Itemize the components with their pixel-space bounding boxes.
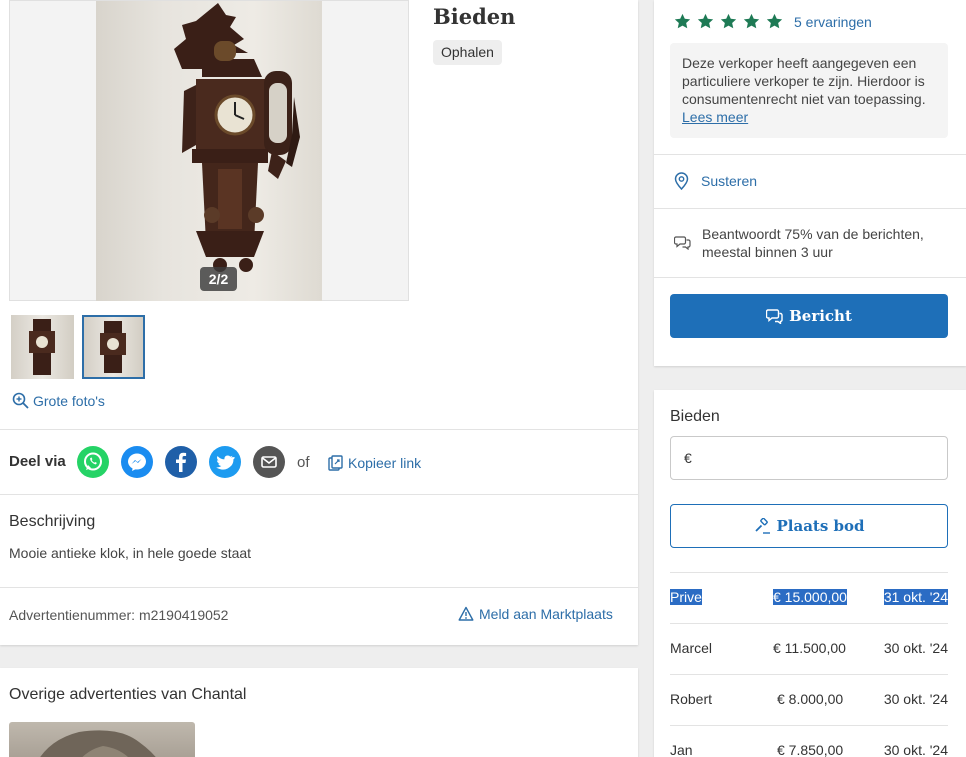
message-button-label: Bericht — [789, 307, 852, 325]
bid-date: 30 okt. '24 — [883, 742, 948, 757]
bid-amount-input[interactable]: € — [670, 436, 948, 480]
main-photo-frame[interactable]: 2/2 — [9, 0, 409, 301]
place-bid-label: Plaats bod — [776, 517, 865, 535]
reviews-link[interactable]: 5 ervaringen — [794, 14, 872, 30]
bid-date: 30 okt. '24 — [883, 640, 948, 656]
big-photos-label: Grote foto's — [33, 392, 105, 409]
price-label: Bieden — [433, 4, 516, 29]
bid-name: Robert — [670, 691, 713, 707]
response-rate-text: Beantwoordt 75% van de berichten, meesta… — [702, 226, 924, 260]
clock-image — [174, 3, 300, 272]
copy-link-label: Kopieer link — [348, 455, 422, 471]
other-ad-image — [40, 730, 156, 757]
facebook-icon — [176, 452, 187, 472]
bid-amount: € 7.850,00 — [777, 742, 844, 757]
star-icon — [743, 13, 760, 29]
bid-row: Marcel € 11.500,00 30 okt. '24 — [670, 623, 948, 674]
ad-number: Advertentienummer: m2190419052 — [9, 607, 229, 623]
description-text: Mooie antieke klok, in hele goede staat — [9, 545, 252, 561]
bid-row: Prive € 15.000,00 31 okt. '24 — [670, 572, 948, 623]
other-ads-card: Overige advertenties van Chantal — [0, 668, 638, 757]
whatsapp-button[interactable] — [77, 446, 109, 478]
bid-name: Prive — [670, 589, 702, 605]
message-button[interactable]: Bericht — [670, 294, 948, 338]
messenger-button[interactable] — [121, 446, 153, 478]
star-icon — [674, 13, 691, 29]
read-more-link[interactable]: Lees meer — [682, 109, 748, 125]
response-icon-wrap — [673, 234, 691, 253]
divider — [0, 587, 638, 588]
twitter-button[interactable] — [209, 446, 241, 478]
star-icon — [697, 13, 714, 29]
divider — [654, 277, 966, 278]
thumbnail-1[interactable] — [11, 315, 74, 379]
divider — [654, 208, 966, 209]
bid-date: 31 okt. '24 — [883, 589, 948, 605]
bid-name: Marcel — [670, 640, 713, 656]
bid-name: Jan — [670, 742, 693, 757]
star-icon — [720, 13, 737, 29]
gavel-icon — [754, 517, 770, 534]
photo-counter: 2/2 — [200, 267, 237, 291]
bid-amount: € 11.500,00 — [773, 640, 846, 656]
bid-date: 30 okt. '24 — [883, 691, 948, 707]
location-row: Susteren — [674, 172, 757, 190]
other-ad-thumbnail[interactable] — [9, 722, 195, 757]
other-ads-heading: Overige advertenties van Chantal — [9, 686, 247, 703]
currency-symbol: € — [684, 450, 692, 466]
main-photo[interactable] — [96, 1, 322, 301]
thumbnail-2[interactable] — [82, 315, 145, 379]
copy-link-icon — [328, 455, 343, 471]
whatsapp-icon — [84, 452, 102, 471]
warning-icon — [458, 606, 474, 621]
listing-card: 2/2 Grote foto's Bieden Ophalen Deel via — [0, 0, 638, 645]
rating-stars — [674, 13, 783, 30]
email-icon — [261, 456, 277, 468]
email-button[interactable] — [253, 446, 285, 478]
messenger-icon — [128, 453, 146, 471]
copy-link-button[interactable]: Kopieer link — [328, 455, 421, 471]
bid-row: Jan € 7.850,00 30 okt. '24 — [670, 725, 948, 757]
location-pin-icon — [674, 172, 689, 190]
report-link[interactable]: Meld aan Marktplaats — [458, 606, 613, 622]
seller-card: 5 ervaringen Deze verkoper heeft aangege… — [654, 0, 966, 366]
notice-text: Deze verkoper heeft aangegeven een parti… — [682, 55, 926, 107]
chat-bubbles-icon — [673, 236, 691, 251]
bid-row: Robert € 8.000,00 30 okt. '24 — [670, 674, 948, 725]
private-seller-notice: Deze verkoper heeft aangegeven een parti… — [670, 43, 948, 138]
bid-amount: € 8.000,00 — [777, 691, 844, 707]
share-label: Deel via — [9, 453, 66, 470]
divider — [0, 429, 638, 430]
bidding-card: Bieden € Plaats bod Prive € 15.000,00 31… — [654, 390, 966, 757]
delivery-badge: Ophalen — [433, 40, 502, 65]
big-photos-link[interactable]: Grote foto's — [12, 392, 105, 409]
zoom-in-icon — [12, 392, 29, 409]
place-bid-button[interactable]: Plaats bod — [670, 504, 948, 548]
share-or-label: of — [297, 454, 310, 471]
bid-amount: € 15.000,00 — [773, 589, 847, 605]
twitter-icon — [216, 455, 235, 470]
divider — [654, 154, 966, 155]
bidding-heading: Bieden — [670, 408, 720, 425]
star-icon — [766, 13, 783, 29]
chat-icon — [766, 309, 783, 324]
location-link[interactable]: Susteren — [701, 173, 757, 189]
thumbnail-clock-image — [100, 321, 126, 373]
thumbnail-clock-image — [29, 319, 55, 375]
description-heading: Beschrijving — [9, 513, 96, 530]
facebook-button[interactable] — [165, 446, 197, 478]
divider — [0, 494, 638, 495]
report-label: Meld aan Marktplaats — [479, 606, 613, 622]
